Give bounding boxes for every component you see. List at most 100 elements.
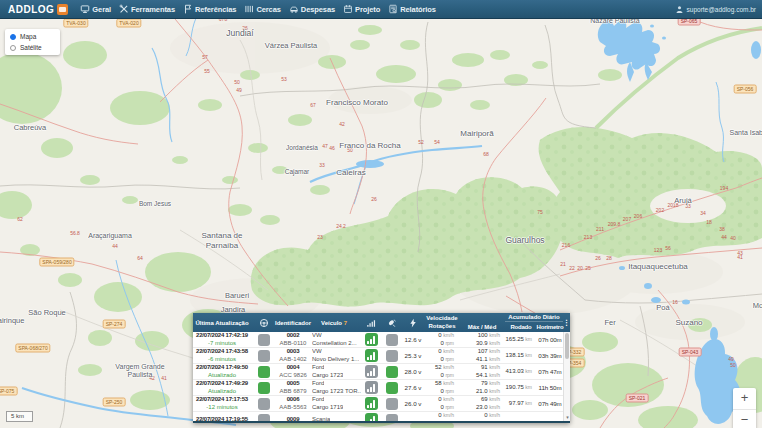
logo-text: ADDLOG: [8, 4, 54, 15]
city-label: Mo: [753, 301, 762, 310]
city-label: Jordanésia: [286, 144, 318, 152]
col-identifier[interactable]: Identificador: [277, 313, 309, 332]
col-signal[interactable]: [359, 313, 383, 332]
cell-voltage: 25.3 v: [401, 348, 425, 363]
cell-max-med: 91km/h54.1km/h: [459, 364, 505, 379]
cell-signal: [359, 396, 383, 411]
route-number: 26: [371, 196, 377, 202]
table-menu-dots[interactable]: ⋮: [563, 313, 570, 332]
route-number: 25: [585, 265, 591, 271]
user-icon: [675, 5, 684, 14]
col-gps[interactable]: [383, 313, 401, 332]
cell-hourmeter: 03h 39m: [537, 348, 563, 363]
cell-hourmeter: [537, 412, 563, 421]
city-label: Mairiporã: [460, 129, 493, 139]
vehicle-table-panel: Última Atualização Identificador Veículo…: [193, 313, 570, 423]
route-number: 68: [483, 151, 489, 157]
nav-geral[interactable]: Geral: [76, 0, 115, 18]
nav-cercas[interactable]: Cercas: [240, 0, 284, 18]
city-label: Cajamar: [285, 168, 310, 176]
city-label: Francisco Morato: [326, 98, 388, 108]
route-number: 56.8: [70, 230, 80, 236]
gps-indicator: [386, 350, 398, 362]
route-number: 20: [577, 265, 583, 271]
route-number: 41: [737, 254, 743, 260]
zoom-control: + −: [733, 388, 756, 428]
cell-ignition: [251, 332, 277, 347]
road-badge: TVA-030: [63, 19, 88, 28]
nav-referências[interactable]: Referências: [179, 0, 240, 18]
cell-identifier: 0005ABB 6879: [277, 380, 309, 395]
nav-relatórios[interactable]: Relatórios: [384, 0, 440, 18]
ignition-indicator: [258, 334, 270, 346]
nav-despesas[interactable]: Despesas: [285, 0, 339, 18]
cell-hourmeter: 11h 50m: [537, 380, 563, 395]
nav-projeto[interactable]: Projeto: [339, 0, 384, 18]
signal-icon: [366, 318, 376, 328]
cell-ignition: [251, 396, 277, 411]
ignition-indicator: [258, 414, 270, 422]
vehicle-row[interactable]: 22/07/2024 17:42:19-7 minutos0002ABB-011…: [193, 332, 563, 348]
city-label: Vargem Grande Paulista: [115, 363, 164, 380]
scrollbar-down-arrow[interactable]: ▾: [564, 414, 571, 421]
ignition-indicator: [258, 382, 270, 394]
cell-speed-rpm: 0km/h0rpm: [425, 332, 459, 347]
tools-icon: [119, 4, 129, 14]
gps-indicator: [386, 366, 398, 378]
vehicle-row[interactable]: 22/07/2024 17:19:550009Scania0km/h0rpm0k…: [193, 412, 563, 421]
col-ignition[interactable]: [251, 313, 277, 332]
cell-hourmeter: 07h 00m: [537, 332, 563, 347]
map-type-satellite[interactable]: Satélite: [10, 44, 55, 51]
cell-max-med: 0km/h0km/h: [459, 412, 505, 421]
cell-odometer: 97.97km: [505, 396, 537, 411]
gps-indicator: [386, 334, 398, 346]
cell-voltage: 12.6 v: [401, 332, 425, 347]
vehicle-row[interactable]: 22/07/2024 17:43:58-6 minutos0003AAB-140…: [193, 348, 563, 364]
cell-vehicle: VWConstellation 2...: [309, 332, 359, 347]
road-badge: SP-043: [679, 348, 702, 357]
col-max-med[interactable]: Máx / Méd: [459, 313, 505, 332]
table-scrollbar[interactable]: ▾: [563, 332, 570, 421]
cell-last-update: 22/07/2024 17:42:19-7 minutos: [193, 332, 251, 347]
route-number: 18: [706, 219, 712, 225]
road-badge: SP-021: [626, 394, 649, 403]
vehicle-count: 7: [344, 320, 347, 326]
col-last-update[interactable]: Última Atualização: [193, 313, 251, 332]
cell-odometer: 138.15km: [505, 348, 537, 363]
zoom-in-button[interactable]: +: [733, 388, 756, 409]
table-rows: 22/07/2024 17:42:19-7 minutos0002ABB-011…: [193, 332, 563, 421]
cell-gps: [383, 332, 401, 347]
cell-ignition: [251, 364, 277, 379]
route-number: 54: [434, 139, 440, 145]
route-number: 49: [236, 87, 242, 93]
col-odometer[interactable]: Rodado: [505, 322, 537, 332]
cell-signal: [359, 412, 383, 421]
cell-voltage: 27.6 v: [401, 380, 425, 395]
cell-signal: [359, 380, 383, 395]
vehicle-row[interactable]: 22/07/2024 17:49:29Atualizado0005ABB 687…: [193, 380, 563, 396]
vehicle-row[interactable]: 22/07/2024 17:17:53-12 minutos0006AAB-55…: [193, 396, 563, 412]
col-speed-rpm[interactable]: VelocidadeRotações: [425, 313, 459, 332]
logo[interactable]: ADDLOG: [8, 4, 68, 15]
route-number: 56: [665, 245, 671, 251]
city-label: Araçariguama: [88, 232, 132, 240]
city-label: Arujá: [674, 196, 692, 205]
col-power[interactable]: [401, 313, 425, 332]
calendar-icon: [343, 4, 353, 14]
col-hourmeter[interactable]: Horímetro: [537, 322, 563, 332]
route-number: 207: [623, 216, 631, 222]
route-number: 55: [204, 68, 210, 74]
route-number: 34: [700, 210, 706, 216]
cell-speed-rpm: 0km/h0rpm: [425, 396, 459, 411]
cell-signal: [359, 332, 383, 347]
scrollbar-thumb[interactable]: [565, 333, 569, 359]
col-vehicle[interactable]: Veículo 7: [309, 313, 359, 332]
cell-identifier: 0009: [277, 412, 309, 421]
vehicle-row[interactable]: 22/07/2024 17:49:50Atualizado0004ACC 982…: [193, 364, 563, 380]
zoom-out-button[interactable]: −: [733, 409, 756, 428]
cell-last-update: 22/07/2024 17:19:55: [193, 412, 251, 421]
account[interactable]: suporte@addlog.com.br: [675, 5, 756, 14]
map-type-map[interactable]: Mapa: [10, 33, 55, 40]
city-label: Várzea Paulista: [265, 41, 318, 50]
nav-ferramentas[interactable]: Ferramentas: [115, 0, 179, 18]
